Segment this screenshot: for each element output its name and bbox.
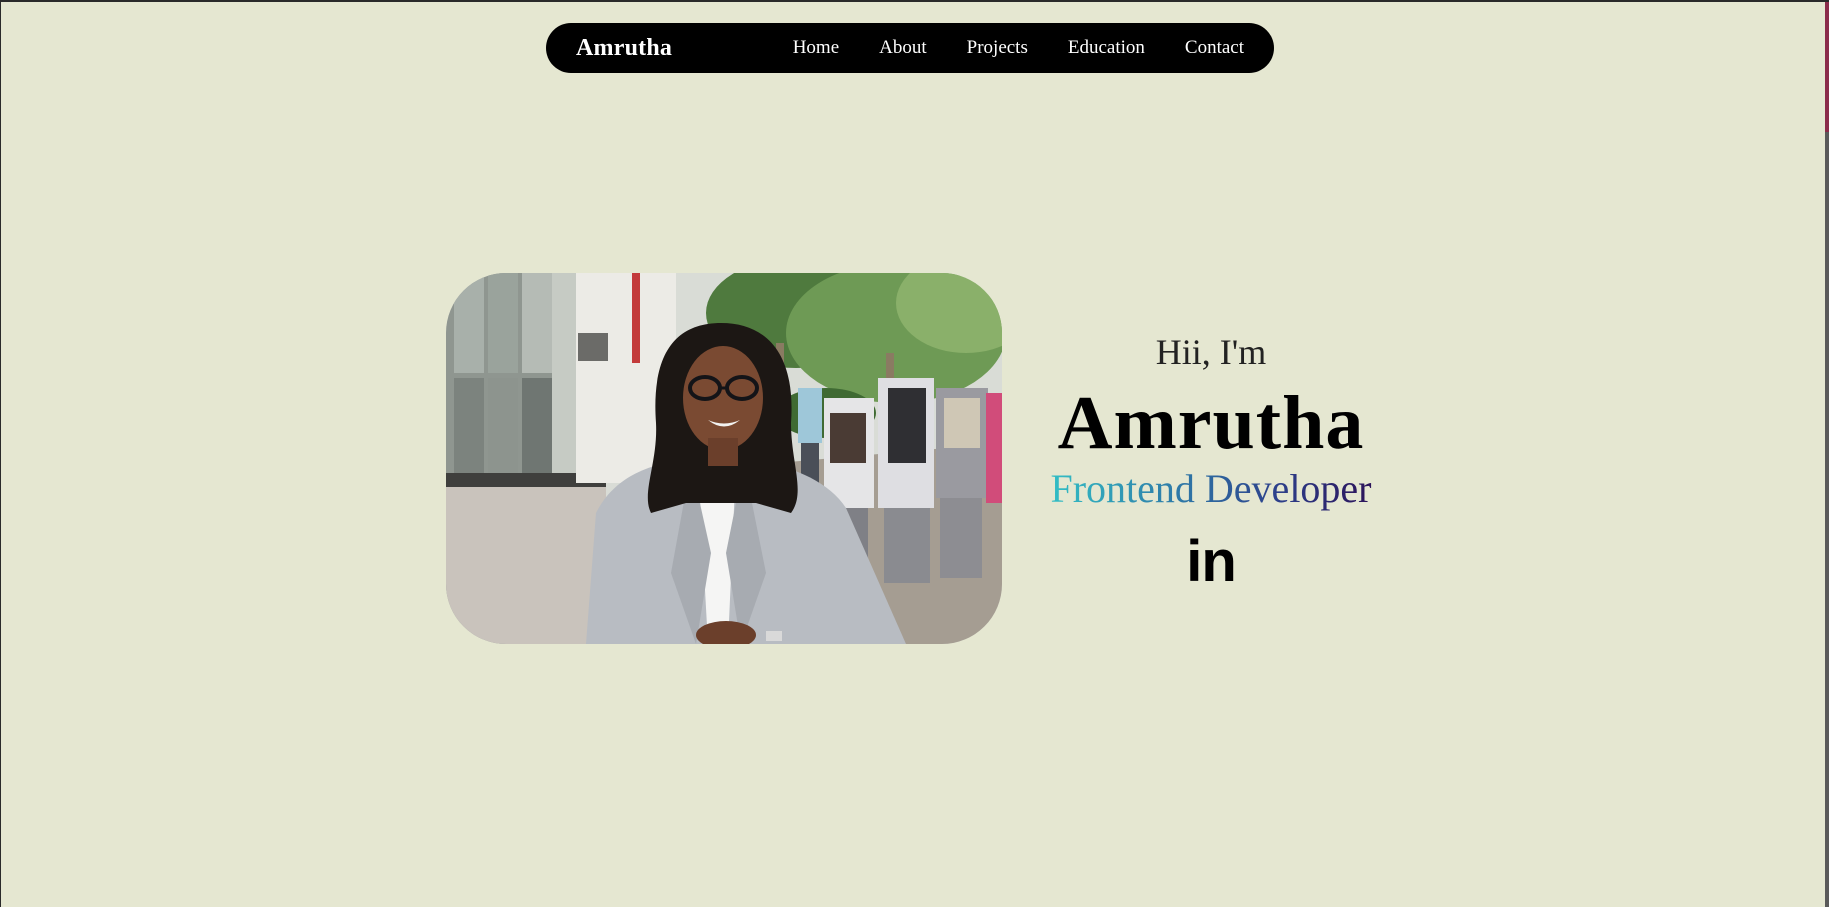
nav-links: Home About Projects Education Contact	[793, 37, 1244, 59]
navbar: Amrutha Home About Projects Education Co…	[546, 23, 1274, 73]
hero-name: Amrutha	[1057, 381, 1365, 465]
nav-link-projects[interactable]: Projects	[967, 37, 1028, 59]
linkedin-icon[interactable]: in	[1186, 532, 1237, 592]
nav-link-about[interactable]: About	[879, 37, 927, 59]
brand-logo[interactable]: Amrutha	[576, 35, 672, 62]
profile-photo	[446, 273, 1002, 644]
nav-link-home[interactable]: Home	[793, 37, 839, 59]
hero-intro: Hii, I'm Amrutha Frontend Developer in	[1041, 322, 1381, 592]
greeting-text: Hii, I'm	[1155, 332, 1267, 372]
nav-link-contact[interactable]: Contact	[1185, 37, 1244, 59]
role-title: Frontend Developer	[1041, 464, 1381, 514]
window-edge	[1825, 2, 1829, 907]
nav-link-education[interactable]: Education	[1068, 37, 1145, 59]
social-links: in	[1041, 532, 1381, 592]
